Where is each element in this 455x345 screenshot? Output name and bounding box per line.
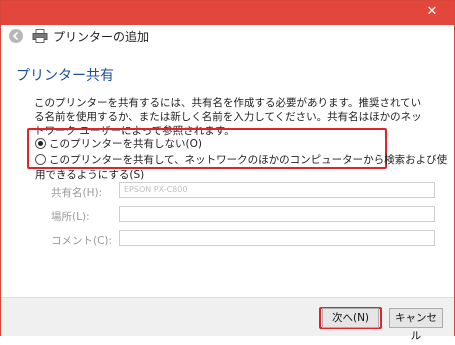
dialog-window: ✕ プリンターの追加 プリンター共有 このプリンターを共有するには、共有名を作成… [0, 0, 455, 342]
radio-label: このプリンターを共有して、ネットワークのほかのコンピューターから検索および使用で… [35, 154, 448, 181]
printer-icon [32, 29, 48, 43]
radio-button[interactable] [35, 153, 46, 165]
back-arrow-icon [12, 31, 19, 41]
cancel-button[interactable]: キャンセル [389, 308, 443, 342]
footer-bar [1, 297, 454, 336]
comment-input[interactable] [119, 230, 435, 246]
title-bar: ✕ [1, 1, 454, 25]
share-name-label: 共有名(H): [51, 187, 103, 199]
radio-do-not-share[interactable]: このプリンターを共有しない(O) [35, 136, 202, 151]
radio-label: このプリンターを共有しない(O) [49, 138, 202, 150]
radio-share[interactable]: このプリンターを共有して、ネットワークのほかのコンピューターから検索および使用で… [35, 152, 454, 182]
location-input[interactable] [119, 206, 435, 222]
header-bar: プリンターの追加 [1, 25, 454, 47]
back-button[interactable] [9, 29, 23, 43]
comment-label: コメント(C): [51, 235, 113, 247]
share-name-input[interactable]: EPSON PX-C800 [119, 182, 435, 198]
close-button[interactable]: ✕ [414, 3, 450, 21]
radio-button-checked[interactable] [35, 137, 46, 149]
window-title: プリンターの追加 [53, 30, 150, 44]
location-label: 場所(L): [51, 211, 90, 223]
section-title: プリンター共有 [16, 68, 114, 84]
next-button[interactable]: 次へ(N) [322, 308, 379, 328]
